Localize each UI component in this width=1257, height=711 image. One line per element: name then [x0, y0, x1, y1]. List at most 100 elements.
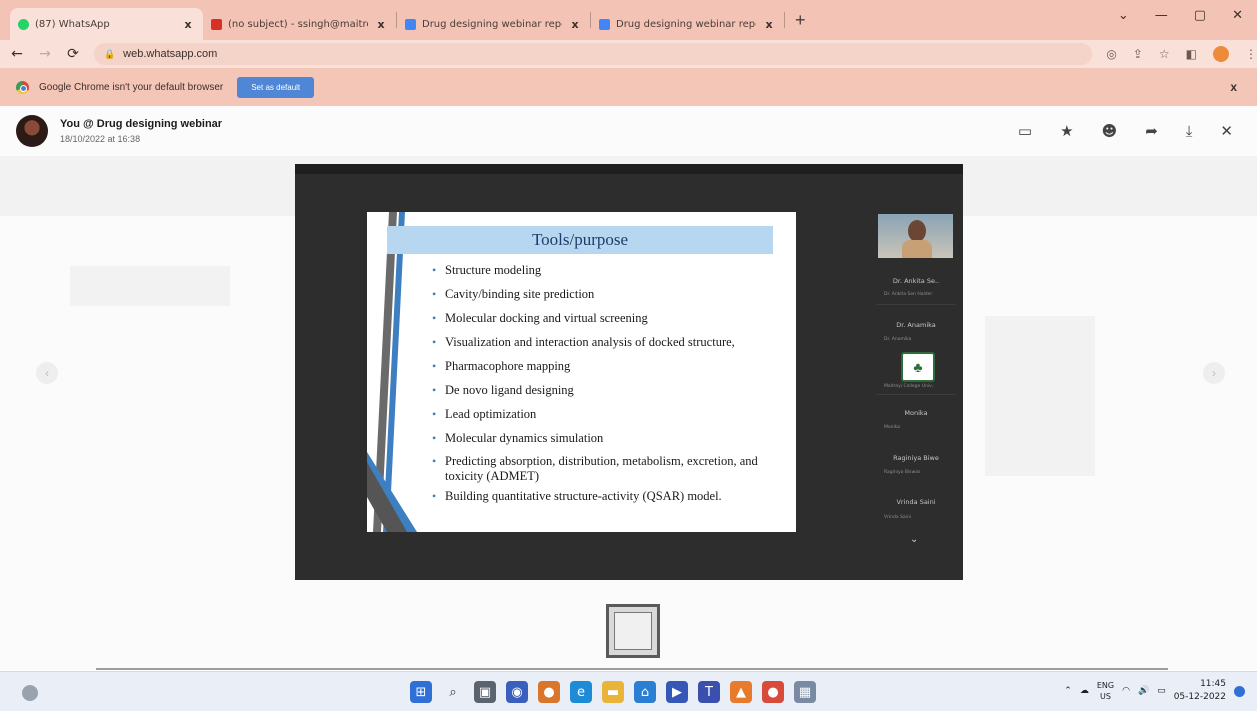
tab-close-icon[interactable]: x [374, 18, 388, 31]
star-icon[interactable]: ★ [1060, 122, 1073, 140]
window-controls: ⌄ — ▢ ✕ [1118, 8, 1243, 23]
meeting-topbar [295, 164, 963, 174]
profile-avatar[interactable] [1213, 46, 1230, 62]
background-ghost [985, 316, 1095, 476]
participant-name: Dr. Ankita Se.. [892, 277, 940, 285]
tab-docs-1[interactable]: Drug designing webinar report x [397, 8, 590, 40]
share-icon[interactable]: ⇪ [1133, 47, 1143, 61]
participant-name: Raginiya Biwe [893, 454, 939, 462]
bookmark-star-icon[interactable]: ☆ [1159, 47, 1170, 61]
bullet-item: Molecular dynamics simulation [432, 430, 792, 454]
bullet-item: Lead optimization [432, 406, 792, 430]
search-icon[interactable]: ⌕ [442, 681, 464, 703]
participant-divider [876, 304, 956, 305]
avatar[interactable] [16, 115, 48, 147]
back-button[interactable]: ← [10, 46, 24, 62]
zoom-icon[interactable]: ▶ [666, 681, 688, 703]
tab-strip: (87) WhatsApp x (no subject) - ssingh@ma… [0, 0, 1257, 40]
slide-bullet-list: Structure modeling Cavity/binding site p… [432, 262, 792, 512]
emoji-icon[interactable]: ☻ [1102, 122, 1118, 140]
next-media-button[interactable]: › [1203, 362, 1225, 384]
windows-taskbar: ⊞ ⌕ ▣ ◉ ● e ▬ ⌂ ▶ T ▲ ● ▦ ⌃ ☁ ENG US ◠ 🔊… [0, 671, 1257, 711]
battery-icon[interactable]: ▭ [1157, 686, 1166, 696]
address-bar[interactable]: 🔒 web.whatsapp.com [93, 43, 1093, 65]
chat-icon[interactable]: ◉ [506, 681, 528, 703]
store-icon[interactable]: ⌂ [634, 681, 656, 703]
tab-title: Drug designing webinar report [616, 18, 756, 30]
lock-icon[interactable]: 🔒 [104, 49, 115, 60]
close-icon[interactable]: ✕ [1220, 122, 1233, 140]
forward-icon[interactable]: ➦ [1145, 122, 1158, 140]
tab-gmail[interactable]: (no subject) - ssingh@maitreyi.c x [203, 8, 396, 40]
clock-date: 05-12-2022 [1173, 692, 1226, 702]
sidepanel-icon[interactable]: ◧ [1186, 47, 1197, 61]
background-ghost [70, 266, 230, 306]
bullet-item: Molecular docking and virtual screening [432, 310, 792, 334]
chrome-icon[interactable]: ● [538, 681, 560, 703]
app-icon[interactable]: ▦ [794, 681, 816, 703]
media-thumbnail[interactable] [606, 604, 660, 658]
participant-label: Monika [884, 425, 901, 430]
tab-title: (87) WhatsApp [35, 18, 110, 30]
file-explorer-icon[interactable]: ▬ [602, 681, 624, 703]
chrome-icon [16, 80, 29, 94]
google-lens-icon[interactable]: ◎ [1106, 47, 1116, 61]
screen: (87) WhatsApp x (no subject) - ssingh@ma… [0, 0, 1257, 711]
edge-icon[interactable]: e [570, 681, 592, 703]
sender-info: You @ Drug designing webinar 18/10/2022 … [60, 118, 222, 144]
forward-button[interactable]: → [38, 46, 52, 62]
teams-icon[interactable]: T [698, 681, 720, 703]
vlc-icon[interactable]: ▲ [730, 681, 752, 703]
volume-icon[interactable]: 🔊 [1138, 686, 1149, 696]
thumbnail-strip-divider [96, 668, 1168, 670]
chevron-up-icon[interactable]: ⌃ [1064, 686, 1072, 696]
language-code: ENG [1096, 681, 1115, 690]
participant-panel: Dr. Ankita Se.. Dr. Ankita Sen Halder Dr… [876, 214, 956, 554]
bullet-item: Visualization and interaction analysis o… [432, 334, 792, 358]
clock-time: 11:45 [1200, 679, 1226, 689]
bullet-item: Building quantitative structure-activity… [432, 488, 792, 512]
tab-docs-2[interactable]: Drug designing webinar report x [591, 8, 784, 40]
docs-icon [599, 18, 610, 30]
start-icon[interactable]: ⊞ [410, 681, 432, 703]
set-default-button[interactable]: Set as default [237, 76, 315, 98]
chrome-active-icon[interactable]: ● [762, 681, 784, 703]
participant-video [878, 214, 953, 258]
viewer-actions: ▭ ★ ☻ ➦ ⤓ ✕ [1018, 122, 1233, 140]
comment-icon[interactable]: ▭ [1018, 122, 1032, 140]
tab-whatsapp[interactable]: (87) WhatsApp x [10, 8, 203, 40]
download-icon[interactable]: ⤓ [1186, 122, 1193, 140]
viewer-header: You @ Drug designing webinar 18/10/2022 … [0, 106, 1257, 156]
widgets-icon[interactable] [22, 685, 38, 701]
menu-icon[interactable]: ⋮ [1245, 47, 1257, 61]
task-view-icon[interactable]: ▣ [474, 681, 496, 703]
infobar-close-icon[interactable]: x [1230, 80, 1237, 94]
toolbar-icons: ◎ ⇪ ☆ ◧ ⋮ [1106, 46, 1257, 62]
cloud-icon[interactable]: ☁ [1080, 686, 1089, 696]
participant-name: Monika [904, 409, 928, 417]
tab-close-icon[interactable]: x [181, 18, 195, 31]
tab-close-icon[interactable]: x [568, 18, 582, 31]
new-tab-button[interactable]: + [785, 10, 816, 31]
tab-close-icon[interactable]: x [762, 18, 776, 31]
previous-media-button[interactable]: ‹ [36, 362, 58, 384]
minimize-button[interactable]: — [1155, 8, 1168, 23]
notification-icon[interactable] [1234, 685, 1245, 697]
tab-title: Drug designing webinar report [422, 18, 562, 30]
thumbnail-preview [614, 612, 652, 650]
participant-label: Vrinda Saini [884, 515, 912, 520]
language-indicator[interactable]: ENG US [1097, 680, 1114, 702]
gmail-icon [211, 18, 222, 30]
participant-body [902, 240, 932, 258]
reload-button[interactable]: ⟳ [66, 46, 80, 62]
clock[interactable]: 11:45 05-12-2022 [1174, 678, 1226, 704]
region-code: US [1100, 692, 1111, 701]
whatsapp-icon [18, 18, 29, 30]
wifi-icon[interactable]: ◠ [1122, 686, 1130, 696]
participant-divider [876, 394, 956, 395]
close-window-button[interactable]: ✕ [1232, 8, 1243, 23]
participant-label: Dr. Ankita Sen Halder [884, 292, 933, 297]
tab-title: (no subject) - ssingh@maitreyi.c [228, 18, 368, 30]
tab-search-icon[interactable]: ⌄ [1118, 8, 1129, 23]
maximize-button[interactable]: ▢ [1194, 8, 1206, 23]
